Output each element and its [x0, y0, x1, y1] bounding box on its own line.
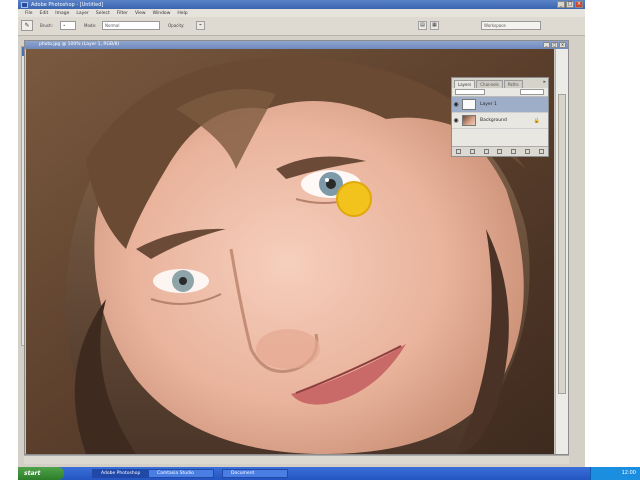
- doc-close-button[interactable]: ×: [559, 42, 566, 48]
- panel-menu-icon[interactable]: ▸: [543, 79, 546, 85]
- start-button[interactable]: start: [18, 467, 64, 480]
- palette-well-icon[interactable]: ▦: [430, 21, 439, 30]
- new-layer-icon[interactable]: [524, 149, 530, 154]
- delete-layer-icon[interactable]: [538, 149, 544, 154]
- layer-name: Background: [480, 118, 507, 123]
- workspace-select[interactable]: Workspace: [481, 21, 541, 30]
- menu-filter[interactable]: Filter: [117, 11, 128, 16]
- layer-row-layer-1[interactable]: ◉ Layer 1: [452, 97, 548, 113]
- visibility-eye-icon[interactable]: ◉: [452, 101, 460, 108]
- layer-style-icon[interactable]: [470, 149, 476, 154]
- window-title: Adobe Photoshop - [Untitled]: [31, 1, 104, 8]
- taskbar: start Adobe Photoshop Camtasia Studio Do…: [18, 467, 640, 480]
- scrollbar-thumb[interactable]: [558, 94, 566, 394]
- layer-options: [452, 88, 548, 97]
- mode-label: Mode:: [84, 23, 97, 28]
- group-icon[interactable]: [511, 149, 517, 154]
- layer-thumbnail: [462, 99, 476, 110]
- opacity-label: Opacity:: [168, 23, 185, 28]
- options-bar: ✎ Brush: • Mode: Normal Opacity: ⌁ Works…: [18, 17, 585, 36]
- visibility-eye-icon[interactable]: ◉: [452, 117, 460, 124]
- menu-edit[interactable]: Edit: [40, 11, 49, 16]
- menu-bar: File Edit Image Layer Select Filter View…: [18, 9, 585, 17]
- blend-mode-select[interactable]: [455, 89, 485, 95]
- document-title-bar: photo.jpg @ 100% (Layer 1, RGB/8) _ □ ×: [25, 41, 568, 49]
- layers-panel-footer: [452, 146, 548, 156]
- brush-size-picker[interactable]: •: [60, 21, 76, 30]
- menu-help[interactable]: Help: [177, 11, 187, 16]
- tab-paths[interactable]: Paths: [503, 80, 523, 88]
- doc-minimize-button[interactable]: _: [543, 42, 550, 48]
- adjustment-layer-icon[interactable]: [497, 149, 503, 154]
- layer-thumbnail: [462, 115, 476, 126]
- system-tray-clock: 12:00: [590, 467, 640, 480]
- mode-select[interactable]: Normal: [102, 21, 160, 30]
- doc-maximize-button[interactable]: □: [551, 42, 558, 48]
- menu-select[interactable]: Select: [96, 11, 110, 16]
- cursor-marker: [336, 181, 372, 217]
- layer-mask-icon[interactable]: [483, 149, 489, 154]
- brush-icon[interactable]: ✎: [21, 20, 33, 31]
- menu-layer[interactable]: Layer: [76, 11, 89, 16]
- menu-image[interactable]: Image: [55, 11, 69, 16]
- link-layers-icon[interactable]: [456, 149, 462, 154]
- maximize-button[interactable]: □: [566, 1, 574, 8]
- document-window-controls: _ □ ×: [543, 42, 566, 48]
- menu-window[interactable]: Window: [153, 11, 171, 16]
- title-bar: Adobe Photoshop - [Untitled] _ □ ×: [18, 0, 585, 9]
- status-bar: [24, 455, 569, 464]
- vertical-scrollbar[interactable]: [555, 49, 568, 454]
- taskbar-item-document[interactable]: Document: [222, 469, 288, 478]
- tab-channels[interactable]: Channels: [476, 80, 503, 88]
- minimize-button[interactable]: _: [557, 1, 565, 8]
- document-title: photo.jpg @ 100% (Layer 1, RGB/8): [39, 42, 120, 47]
- close-button[interactable]: ×: [575, 1, 583, 8]
- layers-panel-tabs: Layers Channels Paths ▸: [452, 78, 548, 88]
- layer-name: Layer 1: [480, 102, 497, 107]
- menu-file[interactable]: File: [25, 11, 33, 16]
- opacity-field[interactable]: [520, 89, 544, 95]
- taskbar-item-camtasia[interactable]: Camtasia Studio: [148, 469, 214, 478]
- window-controls: _ □ ×: [557, 1, 583, 8]
- brush-label: Brush:: [40, 23, 53, 28]
- airbrush-toggle[interactable]: ⌁: [196, 21, 205, 30]
- lock-icon: 🔒: [533, 117, 540, 124]
- tool-preset-icon[interactable]: ▤: [418, 21, 427, 30]
- menu-view[interactable]: View: [135, 11, 146, 16]
- layer-row-background[interactable]: ◉ Background 🔒: [452, 113, 548, 129]
- photoshop-app-icon: [21, 1, 28, 8]
- tab-layers[interactable]: Layers: [454, 80, 476, 88]
- layers-panel: Layers Channels Paths ▸ ◉ Layer 1 ◉ Back…: [451, 77, 549, 157]
